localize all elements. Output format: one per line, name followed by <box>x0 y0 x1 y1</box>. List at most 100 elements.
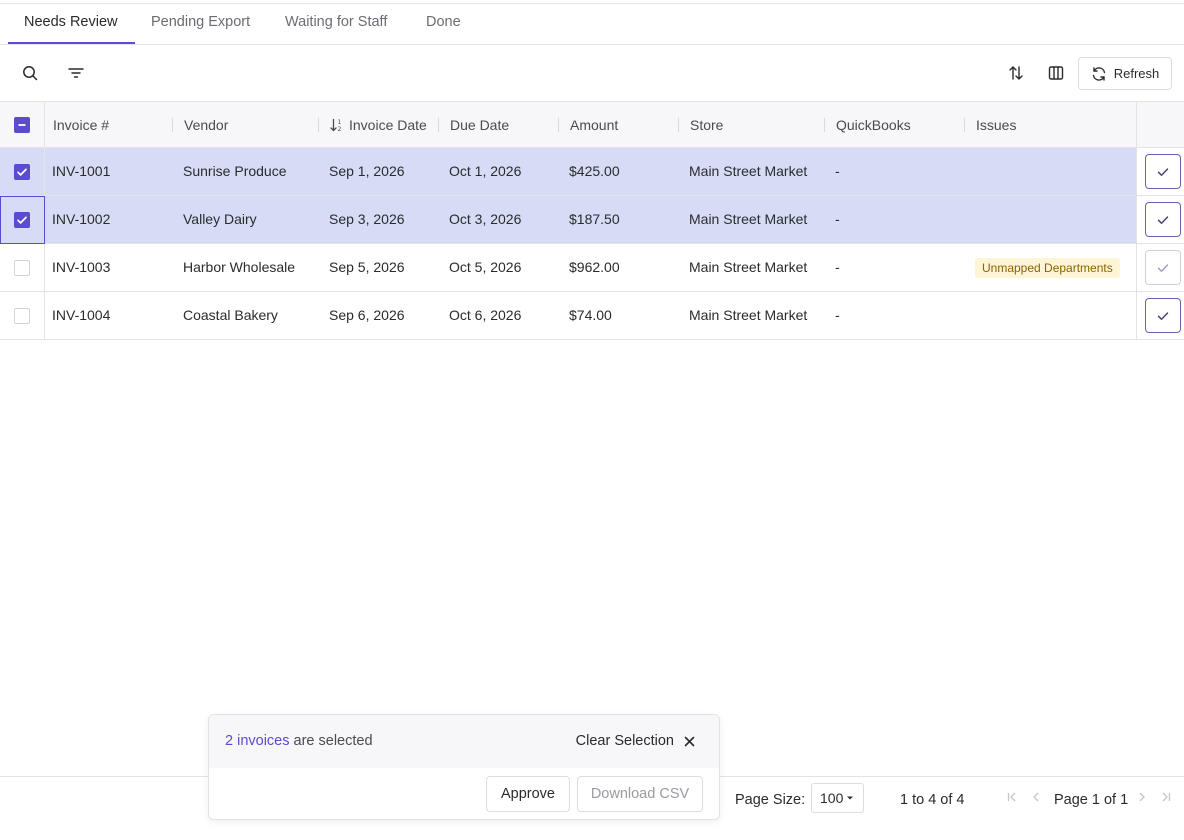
row-checkbox-cell <box>0 292 45 339</box>
row-checkbox-cell <box>0 244 45 291</box>
selection-summary: 2 invoices are selected Clear Selection <box>209 715 719 768</box>
grid-toolbar: Refresh <box>0 45 1184 102</box>
vendor-name: Coastal Bakery <box>183 307 278 323</box>
caret-down-icon <box>847 796 853 800</box>
page-size-select[interactable]: 100 <box>811 783 864 813</box>
chevron-right-icon <box>1139 792 1145 802</box>
selected-count-link[interactable]: 2 invoices <box>225 733 289 749</box>
invoice-number: INV-1004 <box>52 307 111 323</box>
check-icon <box>1157 311 1169 320</box>
pinned-column-divider <box>1136 102 1137 148</box>
table-row[interactable]: INV-1002 Valley Dairy Sep 3, 2026 Oct 3,… <box>0 196 1184 244</box>
due-date: Oct 5, 2026 <box>449 259 522 275</box>
checkmark-icon <box>17 168 27 176</box>
due-date: Oct 6, 2026 <box>449 307 522 323</box>
invoice-date: Sep 5, 2026 <box>329 259 405 275</box>
amount: $425.00 <box>569 163 620 179</box>
previous-page-button[interactable] <box>1029 790 1043 804</box>
tab-waiting-for-staff[interactable]: Waiting for Staff <box>285 4 387 44</box>
due-date: Oct 1, 2026 <box>449 163 522 179</box>
amount: $74.00 <box>569 307 612 323</box>
column-resize-handle[interactable] <box>438 118 439 132</box>
column-header-issues[interactable]: Issues <box>968 102 1016 148</box>
quickbooks-status: - <box>835 307 840 323</box>
refresh-button[interactable]: Refresh <box>1078 57 1172 90</box>
column-header-amount[interactable]: Amount <box>562 102 618 148</box>
column-header-vendor[interactable]: Vendor <box>176 102 228 148</box>
approve-row-button[interactable] <box>1145 298 1181 333</box>
approve-button[interactable]: Approve <box>486 776 570 812</box>
row-actions <box>1136 244 1184 291</box>
column-resize-handle[interactable] <box>964 118 965 132</box>
table-row[interactable]: INV-1004 Coastal Bakery Sep 6, 2026 Oct … <box>0 292 1184 340</box>
download-csv-button[interactable]: Download CSV <box>577 776 703 812</box>
column-resize-handle[interactable] <box>558 118 559 132</box>
row-checkbox-cell <box>0 196 45 243</box>
close-icon <box>684 736 695 746</box>
column-header-invoice[interactable]: Invoice # <box>45 102 109 148</box>
issues-cell: Unmapped Departments <box>967 244 1135 291</box>
due-date: Oct 3, 2026 <box>449 211 522 227</box>
column-resize-handle[interactable] <box>824 118 825 132</box>
last-page-icon <box>1162 792 1171 802</box>
first-page-icon <box>1007 792 1016 802</box>
row-actions <box>1136 148 1184 195</box>
column-header-invoice-date[interactable]: 12 Invoice Date <box>322 102 427 148</box>
invoice-date: Sep 3, 2026 <box>329 211 405 227</box>
search-button[interactable] <box>14 57 46 89</box>
columns-icon <box>1048 66 1064 80</box>
row-actions <box>1136 196 1184 243</box>
row-checkbox[interactable] <box>14 307 30 324</box>
invoice-date: Sep 6, 2026 <box>329 307 405 323</box>
search-icon <box>23 66 38 81</box>
checkmark-icon <box>17 216 27 224</box>
column-resize-handle[interactable] <box>678 118 679 132</box>
selection-text: 2 invoices are selected <box>225 733 373 749</box>
approve-row-button[interactable] <box>1145 202 1181 237</box>
issue-badge: Unmapped Departments <box>975 258 1120 279</box>
filter-button[interactable] <box>60 57 92 89</box>
vendor-name: Valley Dairy <box>183 211 257 227</box>
column-header-due-date[interactable]: Due Date <box>442 102 509 148</box>
approve-row-button[interactable] <box>1145 154 1181 189</box>
select-all-cell <box>0 102 45 148</box>
sort-descending-icon: 12 <box>330 118 342 132</box>
selection-panel: 2 invoices are selected Clear Selection … <box>208 714 720 820</box>
columns-button[interactable] <box>1040 57 1072 89</box>
quickbooks-status: - <box>835 163 840 179</box>
column-resize-handle[interactable] <box>318 118 319 132</box>
check-icon <box>1157 215 1169 224</box>
sort-arrows-icon <box>1009 66 1023 80</box>
table-row[interactable]: INV-1001 Sunrise Produce Sep 1, 2026 Oct… <box>0 148 1184 196</box>
first-page-button[interactable] <box>1005 790 1019 804</box>
svg-text:2: 2 <box>338 126 342 132</box>
select-all-checkbox[interactable] <box>14 117 30 133</box>
status-tabs: Needs Review Pending Export Waiting for … <box>0 4 1184 45</box>
row-checkbox[interactable] <box>14 259 30 276</box>
column-header-quickbooks[interactable]: QuickBooks <box>828 102 911 148</box>
indeterminate-icon <box>18 124 26 126</box>
table-row[interactable]: INV-1003 Harbor Wholesale Sep 5, 2026 Oc… <box>0 244 1184 292</box>
row-checkbox-cell <box>0 148 45 195</box>
quickbooks-status: - <box>835 211 840 227</box>
filter-icon <box>68 68 84 78</box>
last-page-button[interactable] <box>1159 790 1173 804</box>
column-header-store[interactable]: Store <box>682 102 723 148</box>
page-indicator: Page 1 of 1 <box>1054 792 1129 808</box>
tab-needs-review[interactable]: Needs Review <box>8 4 135 44</box>
next-page-button[interactable] <box>1135 790 1149 804</box>
clear-selection-button[interactable]: Clear Selection <box>576 733 695 749</box>
sort-button[interactable] <box>1000 57 1032 89</box>
row-checkbox[interactable] <box>14 211 30 228</box>
row-actions <box>1136 292 1184 339</box>
column-resize-handle[interactable] <box>172 118 173 132</box>
store-name: Main Street Market <box>689 211 808 227</box>
invoice-number: INV-1001 <box>52 163 111 179</box>
tab-done[interactable]: Done <box>426 4 461 44</box>
approve-row-button[interactable] <box>1145 250 1181 285</box>
tab-pending-export[interactable]: Pending Export <box>151 4 250 44</box>
vendor-name: Sunrise Produce <box>183 163 287 179</box>
store-name: Main Street Market <box>689 307 808 323</box>
row-checkbox[interactable] <box>14 163 30 180</box>
svg-text:1: 1 <box>338 119 342 126</box>
